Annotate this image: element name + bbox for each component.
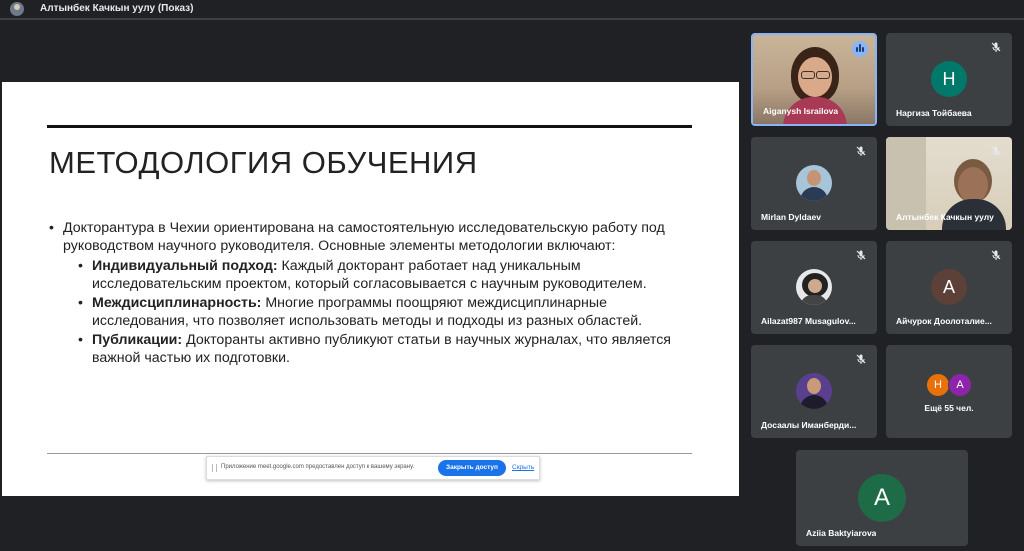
participant-name: Aziia Baktyiarova bbox=[806, 528, 877, 538]
shared-screen-slide: МЕТОДОЛОГИЯ ОБУЧЕНИЯ • Докторантура в Че… bbox=[2, 82, 739, 496]
presenter-avatar bbox=[10, 2, 24, 16]
mic-muted-icon bbox=[990, 249, 1002, 261]
slide-top-rule bbox=[47, 125, 692, 128]
participant-name: Алтынбек Качкын уулу bbox=[896, 212, 994, 222]
slide-intro-bullet: • Докторантура в Чехии ориентирована на … bbox=[47, 219, 695, 255]
participant-tile[interactable]: Aiganysh Israilova bbox=[751, 33, 877, 126]
participant-name: Айчурок Доолоталие... bbox=[896, 316, 992, 326]
item-term: Публикации: bbox=[92, 332, 183, 348]
presenter-bar: Алтынбек Качкын уулу (Показ) bbox=[0, 0, 1024, 20]
slide-title: МЕТОДОЛОГИЯ ОБУЧЕНИЯ bbox=[49, 145, 478, 180]
mic-muted-icon bbox=[990, 41, 1002, 53]
participant-photo bbox=[796, 269, 832, 305]
share-message: Приложение meet.google.com предоставлен … bbox=[221, 464, 415, 470]
slide-bottom-rule bbox=[47, 453, 692, 454]
mic-muted-icon bbox=[990, 145, 1002, 157]
bullet-dot-icon: • bbox=[78, 332, 83, 348]
mic-muted-icon bbox=[855, 249, 867, 261]
participant-tile[interactable]: Ailazat987 Musagulov... bbox=[751, 241, 877, 334]
participant-avatar: Н bbox=[931, 61, 967, 97]
bullet-dot-icon: • bbox=[49, 220, 54, 236]
participant-name: Mirlan Dyldaev bbox=[761, 212, 821, 222]
more-participants-label: Ещё 55 чел. bbox=[924, 403, 974, 413]
drag-handle-icon[interactable] bbox=[212, 464, 217, 472]
item-term: Междисциплинарность: bbox=[92, 295, 262, 311]
participant-name: Ailazat987 Musagulov... bbox=[761, 316, 856, 326]
speaking-indicator-icon bbox=[852, 41, 868, 57]
participant-tile[interactable]: Досаалы Иманберди... bbox=[751, 345, 877, 438]
participant-avatar: Н bbox=[926, 373, 950, 397]
presenter-title: Алтынбек Качкын уулу (Показ) bbox=[40, 3, 194, 14]
stop-sharing-button[interactable]: Закрыть доступ bbox=[438, 460, 506, 476]
participant-photo bbox=[796, 373, 832, 409]
participant-avatar: А bbox=[948, 373, 972, 397]
participant-name: Наргиза Тойбаева bbox=[896, 108, 972, 118]
slide-intro: Докторантура в Чехии ориентирована на са… bbox=[63, 220, 665, 254]
item-term: Индивидуальный подход: bbox=[92, 258, 278, 274]
slide-sub-list: • Индивидуальный подход: Каждый докторан… bbox=[47, 257, 695, 367]
list-item: • Междисциплинарность: Многие программы … bbox=[78, 294, 695, 330]
participant-name: Досаалы Иманберди... bbox=[761, 420, 857, 430]
participant-tile[interactable]: Алтынбек Качкын уулу bbox=[886, 137, 1012, 230]
mic-muted-icon bbox=[855, 145, 867, 157]
mic-muted-icon bbox=[855, 353, 867, 365]
screen-share-notice: Приложение meet.google.com предоставлен … bbox=[206, 456, 540, 480]
list-item: • Индивидуальный подход: Каждый докторан… bbox=[78, 257, 695, 293]
more-participants-tile[interactable]: Н А Ещё 55 чел. bbox=[886, 345, 1012, 438]
participant-photo bbox=[796, 165, 832, 201]
participant-tile[interactable]: A Aziia Baktyiarova bbox=[796, 450, 968, 546]
hide-notice-link[interactable]: Скрыть bbox=[512, 464, 534, 471]
bullet-dot-icon: • bbox=[78, 295, 83, 311]
participant-avatar: A bbox=[858, 474, 906, 522]
participant-tile[interactable]: Mirlan Dyldaev bbox=[751, 137, 877, 230]
list-item: • Публикации: Докторанты активно публику… bbox=[78, 331, 695, 367]
divider bbox=[0, 18, 1024, 20]
participant-tile[interactable]: А Айчурок Доолоталие... bbox=[886, 241, 1012, 334]
participant-name: Aiganysh Israilova bbox=[763, 106, 839, 116]
participant-avatar: А bbox=[931, 269, 967, 305]
participant-tile[interactable]: Н Наргиза Тойбаева bbox=[886, 33, 1012, 126]
bullet-dot-icon: • bbox=[78, 258, 83, 274]
slide-body: • Докторантура в Чехии ориентирована на … bbox=[47, 219, 695, 367]
